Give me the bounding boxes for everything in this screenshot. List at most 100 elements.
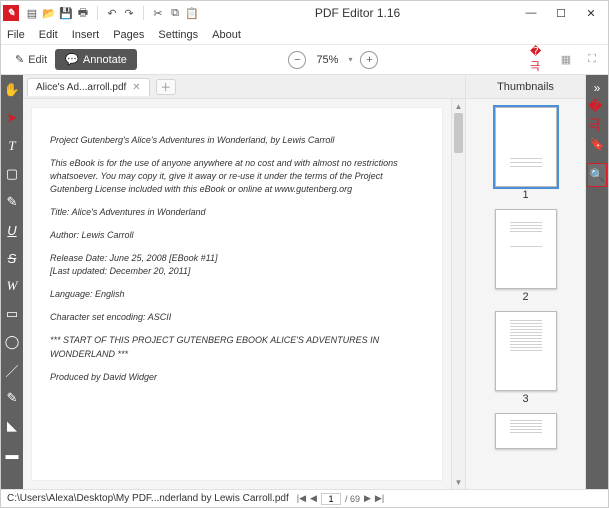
select-tool-icon[interactable]: ➤: [3, 109, 21, 127]
zoom-in-button[interactable]: +: [360, 51, 378, 69]
zoom-value[interactable]: 75%: [314, 54, 340, 66]
thumbnail-page[interactable]: [495, 209, 557, 289]
undo-icon[interactable]: ↶: [105, 6, 119, 20]
app-icon: ✎: [3, 5, 19, 21]
doc-line: Project Gutenberg's Alice's Adventures i…: [50, 134, 424, 147]
text-tool-icon[interactable]: T: [3, 137, 21, 155]
scroll-thumb[interactable]: [454, 113, 463, 153]
thumbnail-page[interactable]: [495, 107, 557, 187]
scroll-down-icon[interactable]: ▼: [452, 475, 465, 489]
document-tab[interactable]: Alice's Ad...arroll.pdf ✕: [27, 78, 150, 96]
menu-about[interactable]: About: [212, 29, 241, 41]
search-icon[interactable]: 🔍: [587, 163, 607, 187]
scroll-up-icon[interactable]: ▲: [452, 99, 465, 113]
minimize-button[interactable]: —: [516, 2, 546, 24]
doc-line: Language: English: [50, 288, 424, 301]
thumbnails-title: Thumbnails: [466, 75, 585, 99]
page-navigator: |◀ ◀ / 69 ▶ ▶|: [297, 493, 384, 505]
window-title: PDF Editor 1.16: [199, 6, 516, 20]
separator: [143, 6, 144, 20]
pencil-tool-icon[interactable]: ✎: [3, 193, 21, 211]
doc-line: Title: Alice's Adventures in Wonderland: [50, 206, 424, 219]
right-sidebar: » �극 🔖 🔍: [586, 75, 608, 489]
toolbar: ✎ Edit 💬 Annotate − 75% ▾ + �극 ▦ ⛶: [1, 45, 608, 75]
save-icon[interactable]: 💾: [59, 6, 73, 20]
thumbnail-label: 3: [522, 393, 528, 405]
open-icon[interactable]: 📂: [42, 6, 56, 20]
document-area: Alice's Ad...arroll.pdf ✕ ＋ Project Gute…: [23, 75, 466, 489]
zoom-dropdown-icon[interactable]: ▾: [348, 55, 352, 64]
thumbnails-panel: Thumbnails 1 2 3: [466, 75, 586, 489]
line-tool-icon[interactable]: ／: [3, 361, 21, 379]
cut-icon[interactable]: ✂: [151, 6, 165, 20]
last-page-icon[interactable]: ▶|: [375, 493, 384, 504]
menu-settings[interactable]: Settings: [158, 29, 198, 41]
ellipse-tool-icon[interactable]: ◯: [3, 333, 21, 351]
fullscreen-icon[interactable]: ⛶: [582, 53, 602, 67]
separator: [97, 6, 98, 20]
annotate-label: Annotate: [83, 54, 127, 66]
underline-tool-icon[interactable]: U: [3, 221, 21, 239]
vertical-scrollbar[interactable]: ▲ ▼: [451, 99, 465, 489]
doc-line: Produced by David Widger: [50, 371, 424, 384]
thumbnail-page[interactable]: [495, 311, 557, 391]
menu-edit[interactable]: Edit: [39, 29, 58, 41]
tab-label: Alice's Ad...arroll.pdf: [36, 82, 126, 93]
print-icon[interactable]: 🖶: [76, 6, 90, 20]
document-viewport[interactable]: Project Gutenberg's Alice's Adventures i…: [23, 99, 451, 489]
zoom-control: − 75% ▾ +: [288, 51, 378, 69]
menu-insert[interactable]: Insert: [72, 29, 100, 41]
collapse-panel-icon[interactable]: »: [588, 79, 606, 97]
menu-pages[interactable]: Pages: [113, 29, 144, 41]
hand-tool-icon[interactable]: ✋: [3, 81, 21, 99]
eraser-tool-icon[interactable]: ◣: [3, 417, 21, 435]
comment-icon: 💬: [65, 53, 79, 66]
file-path: C:\Users\Alexa\Desktop\My PDF...nderland…: [7, 493, 289, 504]
rectangle-tool-icon[interactable]: ▭: [3, 305, 21, 323]
paste-icon[interactable]: 📋: [185, 6, 199, 20]
new-icon[interactable]: ▤: [25, 6, 39, 20]
first-page-icon[interactable]: |◀: [297, 493, 306, 504]
status-bar: C:\Users\Alexa\Desktop\My PDF...nderland…: [1, 489, 608, 507]
tab-add-button[interactable]: ＋: [156, 79, 176, 95]
menubar: File Edit Insert Pages Settings About: [1, 25, 608, 45]
thumbnail-label: 2: [522, 291, 528, 303]
next-page-icon[interactable]: ▶: [364, 493, 371, 504]
grid-view-icon[interactable]: ▦: [556, 53, 576, 67]
page-input[interactable]: [321, 493, 341, 505]
main-area: ✋ ➤ T ▢ ✎ U S W ▭ ◯ ／ ✎ ◣ ▬ Alice's Ad..…: [1, 75, 608, 489]
edit-label: Edit: [28, 54, 47, 66]
image-tool-icon[interactable]: ▢: [3, 165, 21, 183]
page-total: / 69: [345, 494, 360, 504]
tool-sidebar: ✋ ➤ T ▢ ✎ U S W ▭ ◯ ／ ✎ ◣ ▬: [1, 75, 23, 489]
fit-width-icon[interactable]: �극: [530, 53, 550, 67]
tab-bar: Alice's Ad...arroll.pdf ✕ ＋: [23, 75, 465, 99]
titlebar: ✎ ▤ 📂 💾 🖶 ↶ ↷ ✂ ⧉ 📋 PDF Editor 1.16 — ☐ …: [1, 1, 608, 25]
doc-line: [Last updated: December 20, 2011]: [50, 265, 424, 278]
page-content: Project Gutenberg's Alice's Adventures i…: [31, 107, 443, 481]
strikeout-tool-icon[interactable]: S: [3, 249, 21, 267]
doc-line: This eBook is for the use of anyone anyw…: [50, 157, 424, 196]
squiggly-tool-icon[interactable]: W: [3, 277, 21, 295]
prev-page-icon[interactable]: ◀: [310, 493, 317, 504]
thumbnail-page[interactable]: [495, 413, 557, 449]
annotate-mode-button[interactable]: 💬 Annotate: [55, 49, 137, 70]
edit-mode-button[interactable]: ✎ Edit: [7, 50, 55, 69]
redo-icon[interactable]: ↷: [122, 6, 136, 20]
tab-close-icon[interactable]: ✕: [132, 82, 140, 93]
thumbnail-label: 1: [522, 189, 528, 201]
maximize-button[interactable]: ☐: [546, 2, 576, 24]
fit-page-icon[interactable]: �극: [588, 107, 606, 125]
doc-line: Release Date: June 25, 2008 [EBook #11]: [50, 252, 424, 265]
doc-line: Author: Lewis Carroll: [50, 229, 424, 242]
redact-tool-icon[interactable]: ▬: [3, 445, 21, 463]
highlight-tool-icon[interactable]: ✎: [3, 389, 21, 407]
menu-file[interactable]: File: [7, 29, 25, 41]
close-button[interactable]: ✕: [576, 2, 606, 24]
pencil-icon: ✎: [15, 53, 24, 66]
doc-line: Character set encoding: ASCII: [50, 311, 424, 324]
zoom-out-button[interactable]: −: [288, 51, 306, 69]
doc-line: *** START OF THIS PROJECT GUTENBERG EBOO…: [50, 334, 424, 360]
copy-icon[interactable]: ⧉: [168, 6, 182, 20]
bookmark-icon[interactable]: 🔖: [588, 135, 606, 153]
